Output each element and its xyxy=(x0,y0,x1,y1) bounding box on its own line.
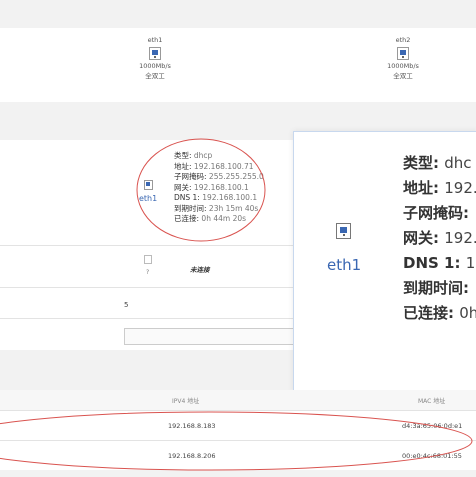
mac-cell: 00:e0:4c:68:01:55 xyxy=(402,452,462,460)
mac-header: MAC 地址 xyxy=(418,398,446,405)
wan-iface-label[interactable]: eth1 xyxy=(139,194,157,203)
ethernet-port-icon xyxy=(336,223,351,239)
zoom-callout: eth1 类型: dhc 地址: 192. 子网掩码: 网关: 192. DNS… xyxy=(293,131,476,392)
port-eth1[interactable]: eth1 1000Mb/s 全双工 xyxy=(125,36,185,80)
ethernet-port-icon xyxy=(149,47,161,60)
port-eth2[interactable]: eth2 1000Mb/s 全双工 xyxy=(373,36,433,80)
zoom-iface-label[interactable]: eth1 xyxy=(327,256,361,274)
port-name: eth1 xyxy=(147,36,163,44)
table-row: 192.168.8.206 00:e0:4c:68:01:55 xyxy=(0,441,476,469)
status-disconnected: 未连接 xyxy=(190,266,210,274)
ethernet-port-icon xyxy=(397,47,409,60)
port-name: eth2 xyxy=(395,36,411,44)
table-header: IPV4 地址 MAC 地址 xyxy=(0,390,476,411)
mac-cell: d4:3a:65:06:0d:e1 xyxy=(402,422,463,430)
port-speed: 1000Mb/s xyxy=(139,62,171,70)
client-table: IPV4 地址 MAC 地址 192.168.8.183 d4:3a:65:06… xyxy=(0,390,476,470)
port-duplex: 全双工 xyxy=(145,72,165,80)
ipv4-header: IPV4 地址 xyxy=(172,398,200,405)
wan-icon xyxy=(144,180,153,190)
port-speed: 1000Mb/s xyxy=(387,62,419,70)
disconnected-port-icon xyxy=(144,255,152,264)
row-value: 5 xyxy=(124,301,129,309)
unknown-label: ? xyxy=(146,269,150,276)
table-row: 192.168.8.183 d4:3a:65:06:0d:e1 xyxy=(0,410,476,441)
zoom-info: 类型: dhc 地址: 192. 子网掩码: 网关: 192. DNS 1: 1… xyxy=(403,154,476,322)
ipv4-cell: 192.168.8.206 xyxy=(168,452,216,460)
port-status-panel: eth1 1000Mb/s 全双工 eth2 1000Mb/s 全双工 xyxy=(0,28,476,102)
ipv4-cell: 192.168.8.183 xyxy=(168,422,216,430)
port-duplex: 全双工 xyxy=(393,72,413,80)
wan-info: 类型: dhcp 地址: 192.168.100.71 子网掩码: 255.25… xyxy=(174,151,264,223)
input-field[interactable] xyxy=(124,328,296,345)
